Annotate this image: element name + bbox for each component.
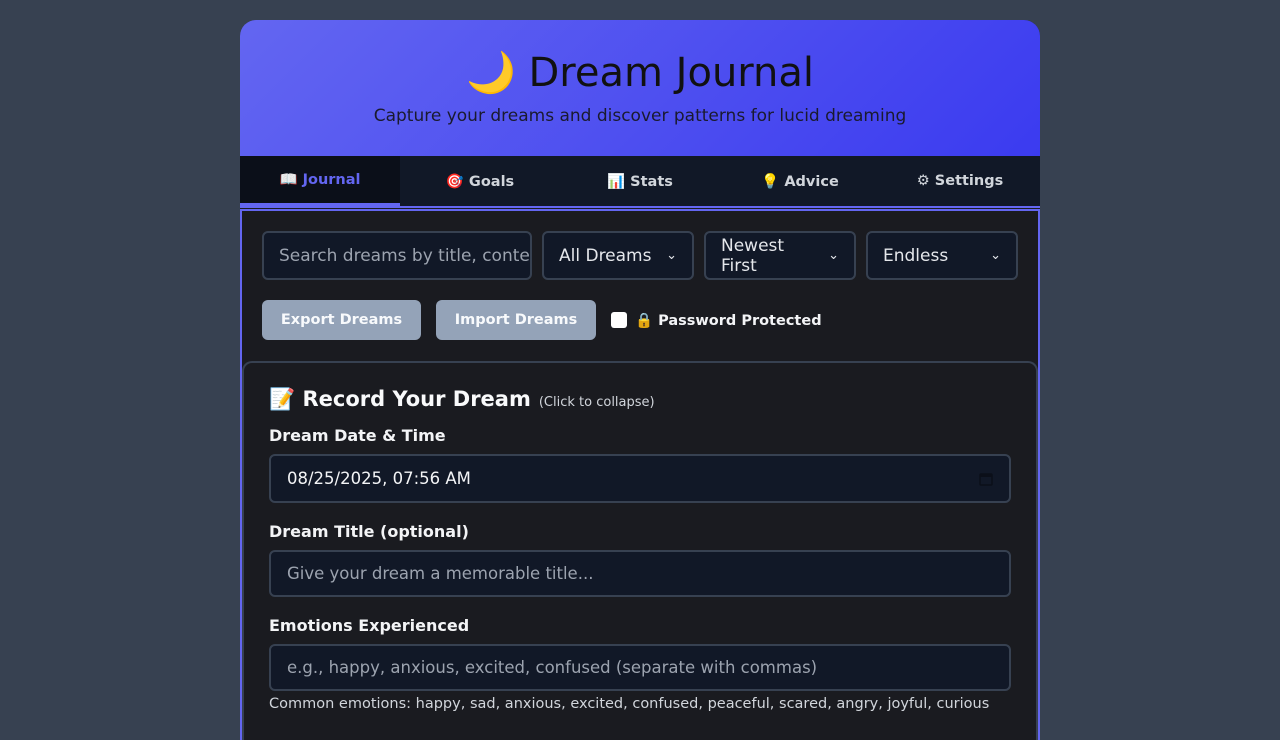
tab-goals[interactable]: 🎯 Goals bbox=[400, 156, 560, 206]
sort-value: Newest First bbox=[721, 235, 785, 276]
app-header: 🌙 Dream Journal Capture your dreams and … bbox=[240, 20, 1040, 156]
dream-filter-select[interactable]: All Dreams ⌄ bbox=[542, 231, 694, 280]
filter-controls: Search dreams by title, content... All D… bbox=[262, 231, 1018, 280]
tab-advice[interactable]: 💡 Advice bbox=[720, 156, 880, 206]
tab-stats[interactable]: 📊 Stats bbox=[560, 156, 720, 206]
chevron-down-icon: ⌄ bbox=[828, 248, 839, 263]
dream-journal-app: 🌙 Dream Journal Capture your dreams and … bbox=[240, 20, 1040, 740]
emotions-input[interactable]: e.g., happy, anxious, excited, confused … bbox=[269, 644, 1011, 691]
chevron-down-icon: ⌄ bbox=[990, 248, 1001, 263]
search-input[interactable]: Search dreams by title, content... bbox=[262, 231, 532, 280]
dream-date-input[interactable]: 08/25/2025, 07:56 AM bbox=[269, 454, 1011, 503]
collapse-hint: (Click to collapse) bbox=[538, 395, 655, 410]
tab-bar: 📖 Journal 🎯 Goals 📊 Stats 💡 Advice ⚙ Set… bbox=[240, 156, 1040, 208]
tab-journal[interactable]: 📖 Journal bbox=[240, 156, 400, 206]
app-subtitle: Capture your dreams and discover pattern… bbox=[373, 106, 907, 126]
app-title: 🌙 Dream Journal bbox=[465, 50, 815, 96]
password-protected-checkbox[interactable] bbox=[611, 312, 627, 328]
emotions-hint: Common emotions: happy, sad, anxious, ex… bbox=[269, 696, 990, 712]
dream-title-input[interactable]: Give your dream a memorable title... bbox=[269, 550, 1011, 597]
tab-settings[interactable]: ⚙ Settings bbox=[880, 156, 1040, 206]
mode-select[interactable]: Endless ⌄ bbox=[866, 231, 1018, 280]
dream-title-placeholder: Give your dream a memorable title... bbox=[287, 564, 594, 583]
journal-panel: Search dreams by title, content... All D… bbox=[240, 209, 1040, 740]
chevron-down-icon: ⌄ bbox=[666, 248, 677, 263]
dream-date-label: Dream Date & Time bbox=[269, 426, 446, 445]
calendar-icon[interactable] bbox=[979, 472, 993, 486]
record-dream-card: 📝 Record Your Dream (Click to collapse) … bbox=[242, 361, 1038, 740]
action-row: Export Dreams Import Dreams 🔒 Password P… bbox=[262, 300, 822, 340]
dream-date-value: 08/25/2025, 07:56 AM bbox=[287, 469, 471, 488]
dream-filter-value: All Dreams bbox=[559, 245, 652, 266]
dream-title-label: Dream Title (optional) bbox=[269, 522, 469, 541]
emotions-placeholder: e.g., happy, anxious, excited, confused … bbox=[287, 658, 818, 677]
export-dreams-button[interactable]: Export Dreams bbox=[262, 300, 421, 340]
mode-value: Endless bbox=[883, 245, 949, 266]
password-protected-label: 🔒 Password Protected bbox=[635, 312, 822, 329]
search-placeholder: Search dreams by title, content... bbox=[279, 245, 530, 266]
record-dream-header[interactable]: 📝 Record Your Dream (Click to collapse) bbox=[269, 387, 1011, 412]
record-dream-title: 📝 Record Your Dream bbox=[269, 387, 531, 411]
sort-select[interactable]: Newest First ⌄ bbox=[704, 231, 856, 280]
emotions-label: Emotions Experienced bbox=[269, 616, 470, 635]
import-dreams-button[interactable]: Import Dreams bbox=[436, 300, 596, 340]
